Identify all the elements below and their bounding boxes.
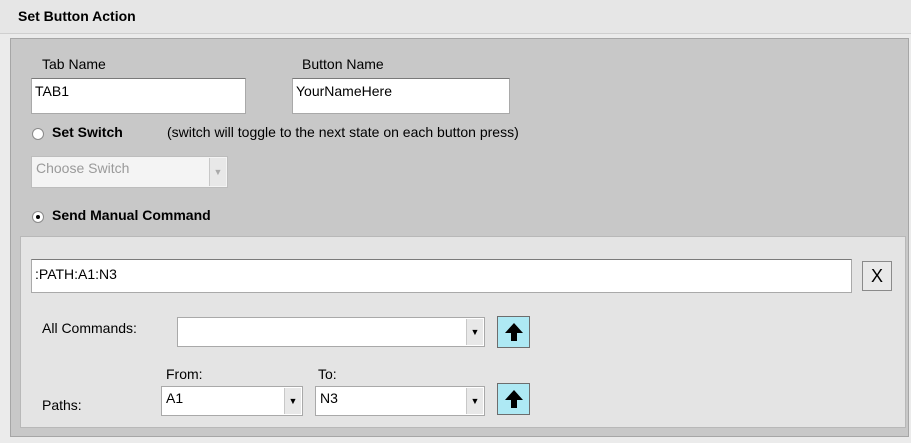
close-icon: X	[870, 265, 883, 286]
button-name-input[interactable]: YourNameHere	[292, 78, 510, 114]
section-title: Set Button Action	[18, 8, 136, 24]
manual-command-label: Send Manual Command	[52, 207, 211, 223]
arrow-up-icon	[504, 323, 523, 341]
path-from-select[interactable]: A1 ▼	[161, 386, 303, 416]
chevron-down-icon: ▼	[284, 388, 301, 414]
arrow-up-icon	[504, 390, 523, 408]
choose-switch-select: Choose Switch ▼	[31, 156, 228, 188]
insert-command-button[interactable]	[497, 316, 530, 348]
choose-switch-value: Choose Switch	[36, 160, 130, 176]
clear-command-button[interactable]: X	[862, 261, 892, 291]
command-input[interactable]: :PATH:A1:N3	[31, 259, 852, 293]
button-name-label: Button Name	[302, 56, 384, 72]
section-header: Set Button Action	[0, 0, 911, 34]
all-commands-label: All Commands:	[42, 320, 137, 336]
tab-name-input[interactable]: TAB1	[31, 78, 246, 114]
path-to-value: N3	[320, 390, 338, 406]
to-label: To:	[318, 366, 337, 382]
chevron-down-icon: ▼	[466, 319, 483, 345]
chevron-down-icon: ▼	[466, 388, 483, 414]
set-switch-radio[interactable]	[32, 128, 44, 140]
path-from-value: A1	[166, 390, 184, 406]
chevron-down-icon: ▼	[209, 158, 226, 186]
path-to-select[interactable]: N3 ▼	[315, 386, 485, 416]
insert-path-button[interactable]	[497, 383, 530, 415]
set-switch-label: Set Switch	[52, 124, 123, 140]
from-label: From:	[166, 366, 203, 382]
set-switch-hint: (switch will toggle to the next state on…	[167, 124, 519, 140]
manual-command-radio[interactable]	[32, 211, 44, 223]
tab-name-label: Tab Name	[42, 56, 106, 72]
all-commands-select[interactable]: ▼	[177, 317, 485, 347]
paths-label: Paths:	[42, 397, 82, 413]
